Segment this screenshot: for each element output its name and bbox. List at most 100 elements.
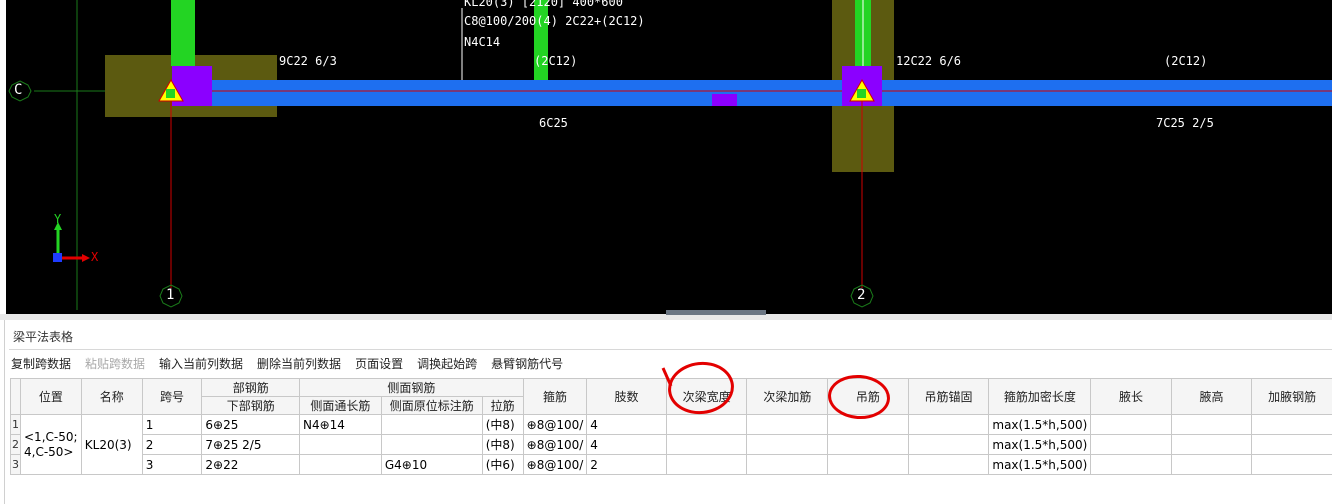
page-setup-button[interactable]: 页面设置 bbox=[355, 355, 410, 373]
cell-span[interactable]: 1 bbox=[141, 414, 203, 435]
row-number[interactable]: 2 bbox=[10, 434, 21, 455]
cell-haunch-length[interactable] bbox=[1090, 454, 1172, 475]
cell-tie[interactable]: (中6) bbox=[481, 454, 524, 475]
support-node-1 bbox=[166, 89, 175, 98]
row-number[interactable]: 1 bbox=[10, 414, 21, 435]
cad-drawing-svg[interactable] bbox=[0, 0, 1332, 314]
cell-dense-length[interactable]: max(1.5*h,500) bbox=[988, 454, 1092, 475]
cell-bottom-rebar[interactable]: 2⊕22 bbox=[201, 454, 300, 475]
cell-dense-length[interactable]: max(1.5*h,500) bbox=[988, 414, 1092, 435]
cell-tie[interactable]: (中8) bbox=[481, 414, 524, 435]
cell-secondary-add[interactable] bbox=[746, 414, 829, 435]
row-number[interactable]: 3 bbox=[10, 454, 21, 475]
cell-tie[interactable]: (中8) bbox=[481, 434, 524, 455]
rebar-column-1 bbox=[171, 0, 195, 66]
col-header-hanger-anchor[interactable]: 吊筋锚固 bbox=[907, 378, 990, 415]
paste-span-data-button[interactable]: 粘贴跨数据 bbox=[85, 355, 152, 373]
cell-hanger-anchor[interactable] bbox=[907, 434, 990, 455]
cell-stirrup[interactable]: ⊕8@100/ bbox=[522, 434, 588, 455]
panel-toolbar: 复制跨数据 粘贴跨数据 输入当前列数据 删除当前列数据 页面设置 调换起始跨 悬… bbox=[11, 355, 577, 373]
cell-haunch-length[interactable] bbox=[1090, 414, 1172, 435]
col-header-haunch-height[interactable]: 腋高 bbox=[1170, 378, 1253, 415]
col-header-bottom-rebar[interactable]: 下部钢筋 bbox=[201, 396, 300, 415]
cad-left-border bbox=[0, 0, 6, 314]
cell-position[interactable]: <1,C-50; 4,C-50> bbox=[20, 414, 82, 475]
cell-legs[interactable]: 4 bbox=[586, 414, 667, 435]
beam-annotation-line-3: N4C14 bbox=[464, 35, 501, 49]
ucs-x-arrow bbox=[82, 254, 90, 262]
cell-hanger-anchor[interactable] bbox=[907, 454, 990, 475]
cell-haunch-rebar[interactable] bbox=[1251, 434, 1332, 455]
highlight-tick-mark bbox=[661, 367, 673, 387]
cell-legs[interactable]: 2 bbox=[586, 454, 667, 475]
cell-side-through[interactable] bbox=[299, 454, 382, 475]
axis-label-2: 2 bbox=[857, 287, 866, 303]
cell-side-in-situ[interactable]: G4⊕10 bbox=[380, 454, 483, 475]
cad-drawing-canvas[interactable]: KL20(3) [2120] 400*600 C8@100/200(4) 2C2… bbox=[0, 0, 1332, 314]
axis-label-1: 1 bbox=[166, 287, 175, 303]
col-header-name[interactable]: 名称 bbox=[80, 378, 143, 415]
top-reinf-far-right: (2C12) bbox=[1164, 54, 1208, 68]
cell-bottom-rebar[interactable]: 6⊕25 bbox=[201, 414, 300, 435]
beam-annotation-line-2: C8@100/200(4) 2C22+(2C12) bbox=[464, 14, 645, 28]
cell-secondary-width[interactable] bbox=[665, 434, 748, 455]
beam-kl20[interactable] bbox=[172, 80, 1332, 106]
bottom-reinf-span2: 7C25 2/5 bbox=[1156, 116, 1214, 130]
col-header-dense-length[interactable]: 箍筋加密长度 bbox=[988, 378, 1092, 415]
splitter-handle[interactable] bbox=[666, 310, 766, 315]
cell-name[interactable]: KL20(3) bbox=[80, 414, 143, 475]
col-header-haunch-rebar[interactable]: 加腋钢筋 bbox=[1251, 378, 1332, 415]
cell-bottom-rebar[interactable]: 7⊕25 2/5 bbox=[201, 434, 300, 455]
swap-start-span-button[interactable]: 调换起始跨 bbox=[417, 355, 484, 373]
col-header-stirrup[interactable]: 箍筋 bbox=[522, 378, 588, 415]
table-row: 1 <1,C-50; 4,C-50> KL20(3) 1 6⊕25 N4⊕14 … bbox=[10, 414, 1332, 475]
cell-secondary-width[interactable] bbox=[665, 414, 748, 435]
top-reinf-right: 12C22 6/6 bbox=[896, 54, 962, 68]
col-header-span[interactable]: 跨号 bbox=[141, 378, 203, 415]
row-number-header bbox=[10, 378, 21, 415]
panel-title-divider bbox=[9, 349, 1332, 350]
col-header-secondary-add[interactable]: 次梁加筋 bbox=[746, 378, 829, 415]
cell-hanger[interactable] bbox=[827, 434, 909, 455]
cell-span[interactable]: 2 bbox=[141, 434, 203, 455]
cell-secondary-width[interactable] bbox=[665, 454, 748, 475]
cell-haunch-height[interactable] bbox=[1170, 414, 1253, 435]
cell-dense-length[interactable]: max(1.5*h,500) bbox=[988, 434, 1092, 455]
cell-hanger[interactable] bbox=[827, 454, 909, 475]
col-header-position[interactable]: 位置 bbox=[20, 378, 82, 415]
cell-secondary-add[interactable] bbox=[746, 454, 829, 475]
col-header-tie[interactable]: 拉筋 bbox=[481, 396, 524, 415]
axis-label-c: C bbox=[14, 82, 23, 98]
top-reinf-mid: (2C12) bbox=[534, 54, 578, 68]
cell-side-in-situ[interactable] bbox=[380, 414, 483, 435]
cell-stirrup[interactable]: ⊕8@100/ bbox=[522, 414, 588, 435]
beam-annotation-line-1: KL20(3) [2120] 400*600 bbox=[464, 0, 623, 9]
ucs-y-label: Y bbox=[54, 212, 62, 226]
col-header-side-through[interactable]: 侧面通长筋 bbox=[299, 396, 382, 415]
support-node-2 bbox=[857, 89, 866, 98]
cell-haunch-height[interactable] bbox=[1170, 434, 1253, 455]
table-row: 2 2 7⊕25 2/5 (中8) ⊕8@100/ 4 max(1.5*h,50… bbox=[10, 434, 1332, 455]
cell-side-through[interactable]: N4⊕14 bbox=[299, 414, 382, 435]
cantilever-code-button[interactable]: 悬臂钢筋代号 bbox=[491, 355, 570, 373]
cell-secondary-add[interactable] bbox=[746, 434, 829, 455]
col-header-side-in-situ[interactable]: 侧面原位标注筋 bbox=[380, 396, 483, 415]
cell-stirrup[interactable]: ⊕8@100/ bbox=[522, 454, 588, 475]
cell-side-in-situ[interactable] bbox=[380, 434, 483, 455]
cell-span[interactable]: 3 bbox=[141, 454, 203, 475]
delete-column-data-button[interactable]: 删除当前列数据 bbox=[257, 355, 348, 373]
support-mid bbox=[712, 94, 737, 106]
cell-haunch-height[interactable] bbox=[1170, 454, 1253, 475]
cell-legs[interactable]: 4 bbox=[586, 434, 667, 455]
copy-span-data-button[interactable]: 复制跨数据 bbox=[11, 355, 78, 373]
cell-hanger-anchor[interactable] bbox=[907, 414, 990, 435]
cell-haunch-rebar[interactable] bbox=[1251, 454, 1332, 475]
col-group-side-rebar: 侧面钢筋 bbox=[299, 378, 524, 397]
cell-side-through[interactable] bbox=[299, 434, 382, 455]
col-header-legs[interactable]: 肢数 bbox=[586, 378, 667, 415]
cell-haunch-rebar[interactable] bbox=[1251, 414, 1332, 435]
input-column-data-button[interactable]: 输入当前列数据 bbox=[159, 355, 250, 373]
cell-haunch-length[interactable] bbox=[1090, 434, 1172, 455]
col-header-haunch-length[interactable]: 腋长 bbox=[1090, 378, 1172, 415]
ucs-x-label: X bbox=[91, 250, 99, 264]
